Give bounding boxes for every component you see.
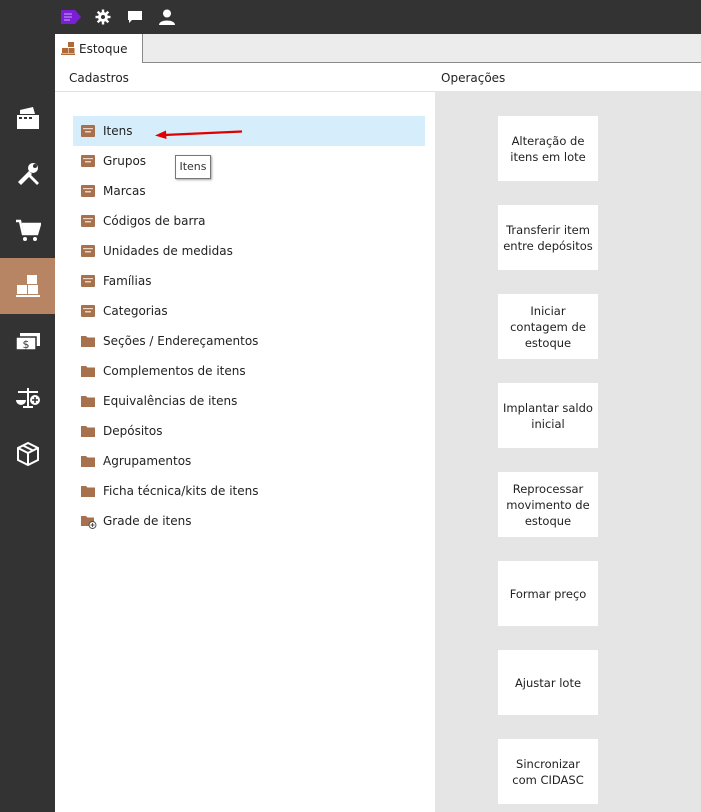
sidebar-item-fiscal[interactable] bbox=[0, 370, 55, 426]
list-item-label: Categorias bbox=[103, 304, 168, 318]
list-item-label: Códigos de barra bbox=[103, 214, 206, 228]
package-icon bbox=[16, 441, 39, 467]
list-item-label: Depósitos bbox=[103, 424, 163, 438]
sidebar-item-estoque[interactable] bbox=[0, 258, 55, 314]
section-title-operacoes: Operações bbox=[441, 71, 506, 85]
operation-button-reprocessar-movimento[interactable]: Reprocessar movimento de estoque bbox=[498, 472, 598, 537]
tab-bar: Estoque bbox=[55, 34, 701, 63]
list-item-ficha-tecnica-kits[interactable]: Ficha técnica/kits de itens bbox=[73, 476, 425, 506]
operation-button-iniciar-contagem[interactable]: Iniciar contagem de estoque bbox=[498, 294, 598, 359]
list-item-depositos[interactable]: Depósitos bbox=[73, 416, 425, 446]
list-item-categorias[interactable]: Categorias bbox=[73, 296, 425, 326]
gear-icon[interactable] bbox=[94, 8, 112, 26]
sidebar-item-caixa[interactable] bbox=[0, 90, 55, 146]
folder-icon bbox=[81, 455, 95, 467]
list-item-secoes-enderecamentos[interactable]: Seções / Endereçamentos bbox=[73, 326, 425, 356]
divider bbox=[55, 91, 435, 92]
list-item-label: Famílias bbox=[103, 274, 152, 288]
scale-icon bbox=[15, 388, 40, 408]
list-item-label: Ficha técnica/kits de itens bbox=[103, 484, 259, 498]
list-item-familias[interactable]: Famílias bbox=[73, 266, 425, 296]
list-item-label: Marcas bbox=[103, 184, 146, 198]
list-item-agrupamentos[interactable]: Agrupamentos bbox=[73, 446, 425, 476]
tag-icon[interactable] bbox=[60, 8, 82, 26]
tools-icon bbox=[17, 163, 39, 185]
list-item-equivalencias-de-itens[interactable]: Equivalências de itens bbox=[73, 386, 425, 416]
list-item-codigos-de-barra[interactable]: Códigos de barra bbox=[73, 206, 425, 236]
list-item-label: Seções / Endereçamentos bbox=[103, 334, 259, 348]
folder-icon bbox=[81, 335, 95, 347]
boxes-icon bbox=[61, 42, 75, 55]
boxes-icon bbox=[15, 275, 40, 297]
list-item-unidades-de-medidas[interactable]: Unidades de medidas bbox=[73, 236, 425, 266]
sidebar-item-logistica[interactable] bbox=[0, 426, 55, 482]
sidebar-item-vendas[interactable] bbox=[0, 202, 55, 258]
list-item-grupos[interactable]: Grupos bbox=[73, 146, 425, 176]
drawer-icon bbox=[81, 305, 95, 317]
sidebar-item-financeiro[interactable]: $ bbox=[0, 314, 55, 370]
section-title-cadastros: Cadastros bbox=[69, 71, 129, 85]
operation-button-transferir-item[interactable]: Transferir item entre depósitos bbox=[498, 205, 598, 270]
list-item-label: Agrupamentos bbox=[103, 454, 192, 468]
cart-icon bbox=[15, 219, 41, 241]
list-item-label: Grade de itens bbox=[103, 514, 192, 528]
drawer-icon bbox=[81, 245, 95, 257]
folder-icon bbox=[81, 485, 95, 497]
top-bar bbox=[0, 0, 701, 34]
drawer-icon bbox=[81, 215, 95, 227]
sidebar-item-servicos[interactable] bbox=[0, 146, 55, 202]
folder-add-icon bbox=[81, 515, 97, 529]
list-item-label: Equivalências de itens bbox=[103, 394, 238, 408]
tooltip: Itens bbox=[175, 155, 211, 179]
list-item-label: Unidades de medidas bbox=[103, 244, 233, 258]
list-item-label: Itens bbox=[103, 124, 133, 138]
drawer-icon bbox=[81, 185, 95, 197]
operation-button-sincronizar-cidasc[interactable]: Sincronizar com CIDASC bbox=[498, 739, 598, 804]
chat-icon[interactable] bbox=[126, 8, 144, 26]
operation-button-ajustar-lote[interactable]: Ajustar lote bbox=[498, 650, 598, 715]
operation-button-implantar-saldo[interactable]: Implantar saldo inicial bbox=[498, 383, 598, 448]
folder-icon bbox=[81, 395, 95, 407]
tab-estoque[interactable]: Estoque bbox=[55, 34, 143, 63]
list-item-itens[interactable]: Itens bbox=[73, 116, 425, 146]
list-item-grade-de-itens[interactable]: Grade de itens bbox=[73, 506, 425, 536]
drawer-icon bbox=[81, 275, 95, 287]
operation-button-formar-preco[interactable]: Formar preço bbox=[498, 561, 598, 626]
list-item-label: Grupos bbox=[103, 154, 147, 168]
cash-register-icon bbox=[16, 107, 39, 129]
money-icon: $ bbox=[14, 333, 40, 351]
folder-icon bbox=[81, 425, 95, 437]
list-item-label: Complementos de itens bbox=[103, 364, 246, 378]
svg-text:$: $ bbox=[22, 338, 29, 351]
drawer-icon bbox=[81, 125, 95, 137]
sidebar: $ bbox=[0, 34, 55, 812]
red-arrow-annotation bbox=[155, 130, 243, 139]
user-icon[interactable] bbox=[158, 8, 176, 26]
operation-button-alteracao-itens-lote[interactable]: Alteração de itens em lote bbox=[498, 116, 598, 181]
tab-label: Estoque bbox=[79, 41, 128, 56]
list-item-complementos-de-itens[interactable]: Complementos de itens bbox=[73, 356, 425, 386]
list-item-marcas[interactable]: Marcas bbox=[73, 176, 425, 206]
folder-icon bbox=[81, 365, 95, 377]
drawer-icon bbox=[81, 155, 95, 167]
